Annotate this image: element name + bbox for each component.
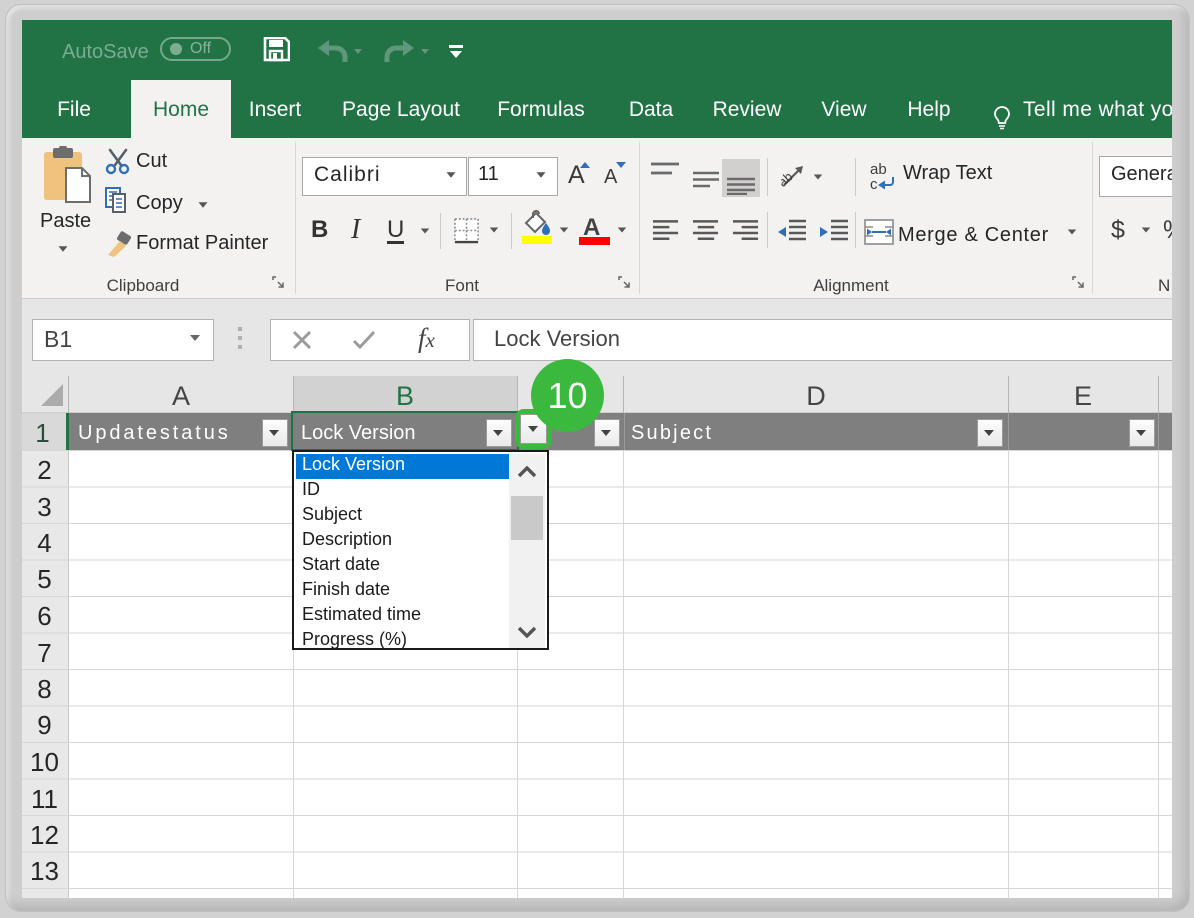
svg-text:c: c [870, 176, 878, 191]
svg-text:ab: ab [781, 169, 796, 188]
